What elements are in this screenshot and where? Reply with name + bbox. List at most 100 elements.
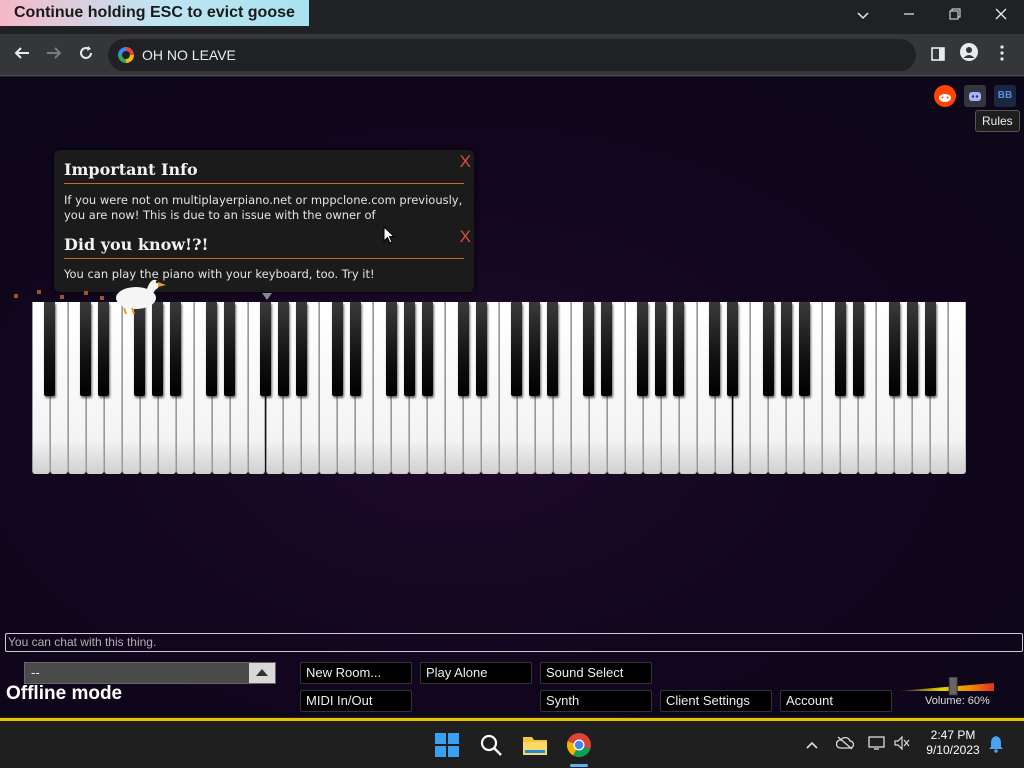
play-alone-button[interactable]: Play Alone [420,662,532,684]
client-settings-button[interactable]: Client Settings [660,690,772,712]
piano-black-key[interactable] [798,302,810,396]
room-select-dropdown[interactable]: -- [24,662,276,684]
browser-titlebar: Continue holding ESC to evict goose [0,0,1024,34]
speaker-muted-icon[interactable] [894,735,910,753]
back-arrow-icon[interactable] [9,42,35,68]
synth-button[interactable]: Synth [540,690,652,712]
goose-footprint [100,296,104,300]
info-notification-panel: Important Info X If you were not on mult… [54,150,474,292]
piano-black-key[interactable] [637,302,649,396]
system-clock[interactable]: 2:47 PM 9/10/2023 [918,728,988,758]
piano-page: BB Rules Important Info X If you were no… [0,77,1024,717]
more-menu-icon[interactable] [989,42,1015,68]
goose-footprint [14,294,18,298]
google-icon [118,47,134,63]
piano-black-key[interactable] [601,302,613,396]
piano-black-key[interactable] [349,302,361,396]
piano-black-key[interactable] [421,302,433,396]
piano-black-key[interactable] [583,302,595,396]
new-room-button[interactable]: New Room... [300,662,412,684]
url-text: OH NO LEAVE [142,47,236,63]
piano-black-key[interactable] [385,302,397,396]
clock-time: 2:47 PM [930,728,976,742]
forward-arrow-icon[interactable] [41,42,67,68]
piano-black-key[interactable] [852,302,864,396]
account-button[interactable]: Account [780,690,892,712]
piano-black-key[interactable] [170,302,182,396]
piano-black-key[interactable] [331,302,343,396]
side-panel-icon[interactable] [925,42,951,68]
piano-black-key[interactable] [277,302,289,396]
divider [64,258,464,259]
piano-black-key[interactable] [906,302,918,396]
reddit-icon[interactable] [934,85,956,107]
goose-footprint [84,291,88,295]
important-info-body: If you were not on multiplayerpiano.net … [64,193,463,222]
piano-black-key[interactable] [152,302,164,396]
mouse-cursor-icon [383,226,395,244]
file-explorer-icon[interactable] [522,732,548,758]
onedrive-off-icon[interactable] [835,736,855,753]
desktop-goose-icon[interactable] [112,272,168,316]
chrome-icon[interactable] [566,732,592,758]
volume-label: Volume: 60% [925,695,990,707]
piano-black-key[interactable] [224,302,236,396]
piano-black-key[interactable] [511,302,523,396]
piano-black-key[interactable] [834,302,846,396]
windows-start-icon[interactable] [434,732,460,758]
windows-taskbar: 2:47 PM 9/10/2023 [0,718,1024,768]
notifications-bell-icon[interactable] [988,735,1004,756]
piano-black-key[interactable] [673,302,685,396]
piano-black-key[interactable] [134,302,146,396]
piano-black-key[interactable] [80,302,92,396]
goose-evict-banner: Continue holding ESC to evict goose [0,0,309,26]
piano-black-key[interactable] [780,302,792,396]
network-icon[interactable] [868,736,886,753]
piano-white-key[interactable] [948,302,966,474]
did-you-know-title: Did you know!?! [64,235,209,254]
close-icon[interactable] [978,0,1024,30]
rules-tooltip[interactable]: Rules [975,110,1020,132]
tab-search-chevron-icon[interactable] [840,0,886,30]
expand-up-arrow-icon[interactable] [249,663,275,683]
goose-footprint [37,290,41,294]
keyboard-position-marker [262,293,272,300]
piano-black-key[interactable] [260,302,271,396]
midi-in-out-button[interactable]: MIDI In/Out [300,690,412,712]
piano-black-key[interactable] [403,302,415,396]
active-app-indicator [570,764,588,767]
piano-black-key[interactable] [709,302,721,396]
close-tip-button[interactable]: X [460,227,471,247]
browser-toolbar: OH NO LEAVE [0,34,1024,76]
restore-icon[interactable] [932,0,978,30]
address-bar[interactable]: OH NO LEAVE [108,39,916,71]
piano-black-key[interactable] [547,302,559,396]
discord-icon[interactable] [964,85,986,107]
tray-overflow-chevron-icon[interactable] [806,736,818,752]
piano-black-key[interactable] [44,302,56,396]
piano-black-key[interactable] [655,302,667,396]
chat-input[interactable]: You can chat with this thing. [5,633,1023,652]
bb-icon[interactable]: BB [994,85,1016,107]
piano-black-key[interactable] [206,302,218,396]
piano-black-key[interactable] [98,302,110,396]
search-icon[interactable] [478,732,504,758]
piano-black-key[interactable] [924,302,936,396]
room-select-value: -- [31,665,40,680]
piano-keyboard[interactable] [32,302,966,474]
piano-black-key[interactable] [888,302,900,396]
piano-black-key[interactable] [475,302,487,396]
volume-knob[interactable] [948,677,958,696]
minimize-icon[interactable] [886,0,932,30]
important-info-title: Important Info [64,160,198,179]
connection-status: Offline mode [6,683,123,704]
sound-select-button[interactable]: Sound Select [540,662,652,684]
piano-black-key[interactable] [529,302,541,396]
piano-black-key[interactable] [295,302,307,396]
close-info-button[interactable]: X [460,152,471,172]
reload-icon[interactable] [73,42,99,68]
profile-avatar-icon[interactable] [956,42,982,68]
piano-black-key[interactable] [762,302,774,396]
piano-black-key[interactable] [457,302,469,396]
piano-black-key[interactable] [727,302,738,396]
